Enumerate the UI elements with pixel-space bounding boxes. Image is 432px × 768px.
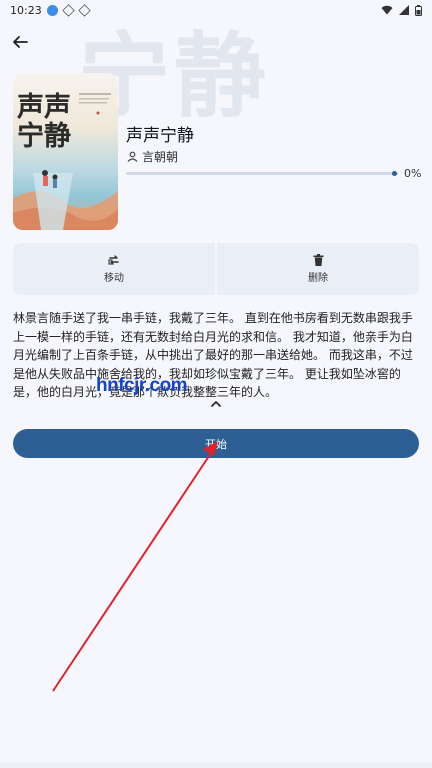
delete-label: 删除 (308, 273, 328, 284)
reading-progress-bar (126, 172, 398, 175)
progress-label: 0% (404, 167, 422, 180)
trash-icon (313, 254, 323, 266)
action-panel: 移动 删除 (13, 243, 419, 295)
status-bar: 10:23 (0, 0, 432, 20)
author-row[interactable]: 言朝朝 (127, 148, 178, 165)
person-icon (127, 151, 138, 162)
author-name: 言朝朝 (142, 150, 179, 164)
start-reading-button[interactable]: 开始 (13, 429, 419, 458)
battery-icon (415, 4, 422, 16)
bottom-nav-strip (0, 762, 432, 768)
back-button[interactable] (8, 30, 32, 54)
notification-box-icon-2 (77, 3, 91, 17)
book-description: 林景言随手送了我一串手链，我戴了三年。 直到在他书房看到无数串跟我手上一模一样的… (13, 311, 413, 399)
notification-app-icon (46, 4, 58, 16)
move-button[interactable]: 移动 (13, 243, 215, 295)
move-label: 移动 (104, 273, 124, 284)
book-title: 声声宁静 (126, 126, 194, 146)
collapse-description-button[interactable] (206, 397, 226, 411)
move-icon (108, 255, 119, 265)
wifi-icon (381, 5, 393, 15)
start-button-label: 开始 (205, 437, 227, 451)
delete-button[interactable]: 删除 (217, 243, 419, 295)
chevron-up-icon (211, 401, 221, 407)
arrow-left-icon (13, 36, 28, 48)
notification-box-icon (61, 3, 75, 17)
book-cover[interactable]: 声声 宁静 (13, 73, 118, 230)
signal-icon (399, 5, 409, 15)
watermark-text: hnfcjr.com (96, 375, 188, 396)
progress-end-dot (392, 171, 397, 176)
cover-illustration (13, 93, 118, 230)
status-time: 10:23 (10, 3, 42, 17)
